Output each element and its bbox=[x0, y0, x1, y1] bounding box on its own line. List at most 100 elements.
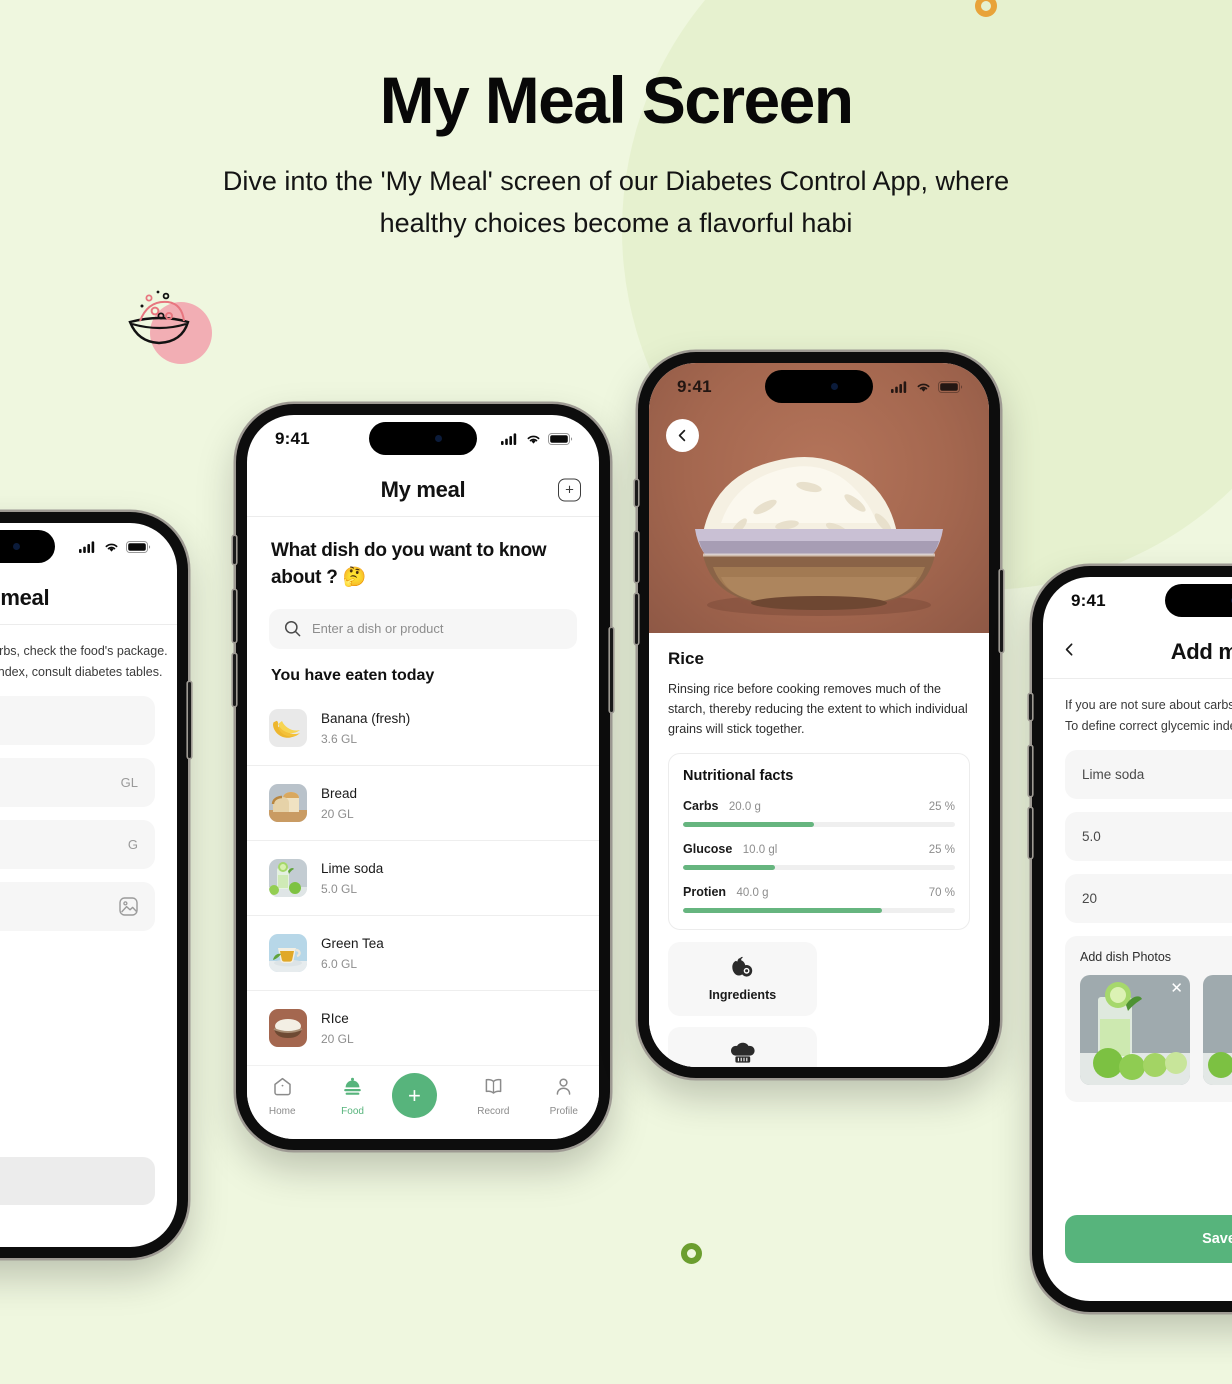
fact-progress-fill bbox=[683, 908, 882, 913]
fact-protien: Protien 40.0 g 70 % bbox=[683, 883, 955, 913]
add-dish-photos-card: Add dish Photos ✕ bbox=[1065, 936, 1232, 1102]
fact-amount: 20.0 g bbox=[728, 801, 761, 813]
photo-input-left[interactable] bbox=[0, 882, 155, 931]
field-suffix-g: G bbox=[127, 837, 138, 852]
status-time: 9:41 bbox=[275, 429, 310, 448]
hint-line-2-left: To define correct glycemic index, consul… bbox=[0, 665, 163, 679]
save-label: Save bbox=[1202, 1231, 1232, 1247]
book-icon bbox=[485, 1078, 502, 1094]
list-item[interactable]: RIce 20 GL bbox=[247, 991, 599, 1065]
item-name: RIce bbox=[321, 1010, 349, 1026]
mute-switch[interactable] bbox=[1029, 694, 1032, 720]
status-bar-right: 9:41 bbox=[1043, 577, 1232, 625]
gl-input-left[interactable]: GL bbox=[0, 758, 155, 807]
image-picker-icon[interactable] bbox=[119, 897, 138, 916]
grams-input-right[interactable]: 20 bbox=[1065, 874, 1232, 923]
page-title-my-meal: My meal bbox=[380, 476, 466, 502]
dish-title: Rice bbox=[668, 649, 704, 668]
fact-glucose: Glucose 10.0 gl 25 % bbox=[683, 840, 955, 870]
dish-name-input-right[interactable]: Lime soda bbox=[1065, 750, 1232, 799]
lime-soda-thumb bbox=[269, 858, 307, 897]
field-value: Lime soda bbox=[1082, 767, 1145, 782]
status-time: 9:41 bbox=[677, 377, 712, 396]
item-name: Lime soda bbox=[321, 860, 384, 876]
volume-down-button[interactable] bbox=[233, 654, 236, 706]
list-item[interactable]: Banana (fresh) 3.6 GL bbox=[247, 691, 599, 766]
grams-input-left[interactable]: G bbox=[0, 820, 155, 869]
screen-right: 9:41 Add meal If you are not sure about … bbox=[1043, 577, 1232, 1301]
remove-photo-button[interactable]: ✕ bbox=[1170, 981, 1183, 996]
tab-record[interactable]: Record bbox=[462, 1076, 524, 1117]
signal-icon bbox=[501, 433, 517, 445]
ingredients-button[interactable]: Ingredients bbox=[668, 942, 817, 1016]
green-ring-decor bbox=[681, 1243, 702, 1264]
food-list: Banana (fresh) 3.6 GL Bread 20 GL Lime s… bbox=[247, 691, 599, 1065]
power-button[interactable] bbox=[610, 628, 613, 712]
dish-photo-2[interactable] bbox=[1203, 975, 1232, 1085]
banana-thumb bbox=[269, 708, 307, 747]
signal-icon bbox=[79, 541, 95, 553]
list-item[interactable]: Green Tea 6.0 GL bbox=[247, 916, 599, 991]
cooking-instruction-button[interactable]: Cooking instruction bbox=[668, 1027, 817, 1067]
rice-detail-body: Rice Rinsing rice before cooking removes… bbox=[649, 633, 989, 1067]
add-meal-button[interactable]: + bbox=[558, 478, 581, 501]
add-fab-button[interactable]: + bbox=[391, 1073, 437, 1118]
fact-amount: 40.0 g bbox=[736, 887, 769, 899]
fact-name: Glucose bbox=[683, 842, 733, 856]
status-bar-left: 9:41 bbox=[0, 523, 177, 571]
action-cards: Ingredients Cooking instruction bbox=[668, 942, 970, 1067]
add-meal-header-right: Add meal bbox=[1043, 625, 1232, 679]
mute-switch[interactable] bbox=[233, 536, 236, 564]
field-value: 5.0 bbox=[1082, 829, 1101, 844]
list-item[interactable]: Lime soda 5.0 GL bbox=[247, 841, 599, 916]
list-item[interactable]: Bread 20 GL bbox=[247, 766, 599, 841]
tab-profile[interactable]: Profile bbox=[533, 1076, 595, 1117]
my-meal-header: My meal + bbox=[247, 463, 599, 517]
phone-center-my-meal: 9:41 My meal + What dish do you want to … bbox=[233, 404, 613, 1150]
search-input[interactable]: Enter a dish or product bbox=[269, 609, 577, 649]
fact-percent: 25 % bbox=[928, 801, 955, 813]
page-title-left: Add meal bbox=[0, 584, 50, 610]
tab-home[interactable]: Home bbox=[251, 1076, 313, 1117]
volume-up-button[interactable] bbox=[233, 590, 236, 642]
item-value: 6.0 GL bbox=[321, 956, 358, 971]
avocado-icon bbox=[732, 956, 753, 977]
chevron-left-icon bbox=[1065, 642, 1073, 656]
save-button-left[interactable]: Save bbox=[0, 1157, 155, 1205]
gl-input-right[interactable]: 5.0 bbox=[1065, 812, 1232, 861]
hint-line-1-right: If you are not sure about carbs, check t… bbox=[1065, 698, 1232, 712]
tab-label: Food bbox=[341, 1106, 364, 1117]
dish-description: Rinsing rice before cooking removes much… bbox=[668, 682, 968, 736]
signal-icon bbox=[891, 381, 907, 393]
fact-name: Carbs bbox=[683, 799, 719, 813]
search-icon bbox=[284, 621, 301, 637]
dynamic-island bbox=[1165, 584, 1232, 617]
power-button[interactable] bbox=[1000, 570, 1003, 652]
tab-add-fab[interactable]: + bbox=[391, 1073, 454, 1118]
fact-progress-track bbox=[683, 822, 955, 827]
back-button-right[interactable] bbox=[1063, 642, 1076, 661]
tab-food[interactable]: Food bbox=[322, 1076, 384, 1117]
dish-name-input-left[interactable] bbox=[0, 696, 155, 745]
screen-rice: 9:41 Rice Rinsing rice before cooking re… bbox=[649, 363, 989, 1067]
volume-down-button[interactable] bbox=[635, 594, 638, 644]
fact-percent: 25 % bbox=[928, 844, 955, 856]
volume-up-button[interactable] bbox=[635, 532, 638, 582]
power-button[interactable] bbox=[188, 682, 191, 758]
status-bar-rice: 9:41 bbox=[649, 363, 989, 411]
dynamic-island bbox=[0, 530, 55, 563]
mute-switch[interactable] bbox=[635, 480, 638, 506]
chef-hat-icon bbox=[730, 1042, 755, 1063]
volume-up-button[interactable] bbox=[1029, 746, 1032, 796]
home-icon bbox=[273, 1077, 291, 1096]
item-value: 20 GL bbox=[321, 806, 354, 821]
fact-percent: 70 % bbox=[928, 887, 955, 899]
page-subtitle: Dive into the 'My Meal' screen of our Di… bbox=[222, 166, 1010, 238]
tab-label: Home bbox=[268, 1106, 296, 1117]
battery-icon bbox=[548, 433, 573, 445]
tab-label: Record bbox=[477, 1106, 510, 1117]
dish-photo-1[interactable]: ✕ bbox=[1080, 975, 1190, 1085]
save-button-right[interactable]: Save bbox=[1065, 1215, 1232, 1263]
item-name: Bread bbox=[321, 785, 358, 801]
volume-down-button[interactable] bbox=[1029, 808, 1032, 858]
